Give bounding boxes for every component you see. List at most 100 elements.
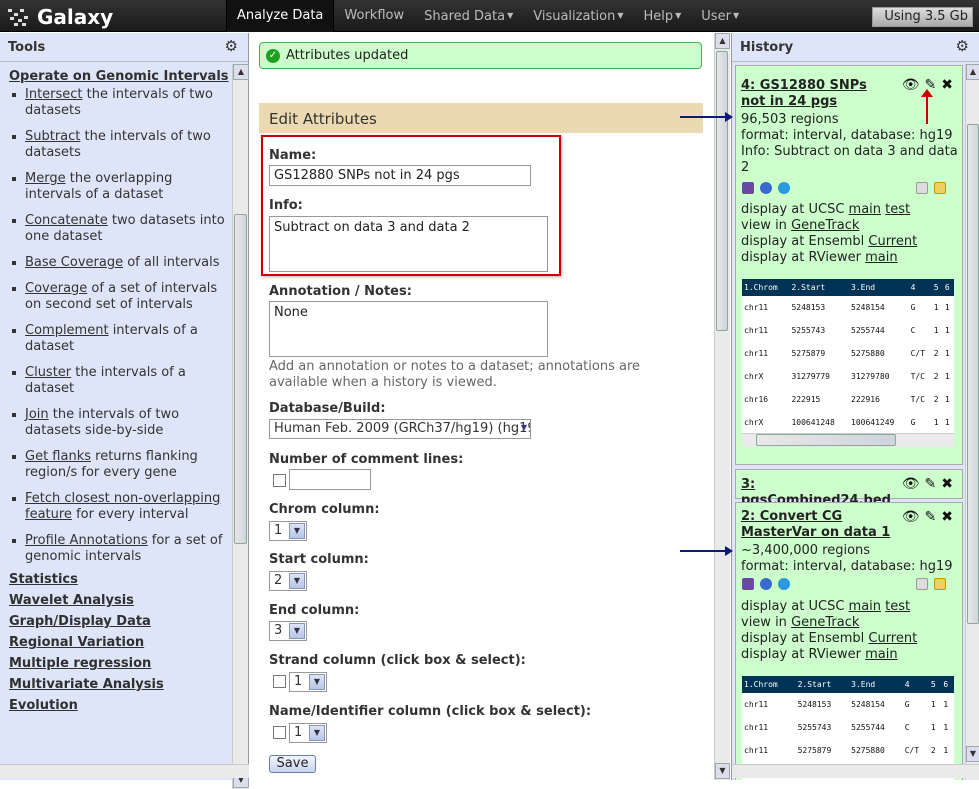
tab-workflow[interactable]: Workflow xyxy=(334,0,414,32)
peek-cell: 5248153 xyxy=(797,700,832,709)
strand-column-select[interactable]: 1 ▼ xyxy=(289,672,327,692)
history-hscroll[interactable] xyxy=(732,764,979,778)
annotate-icon[interactable] xyxy=(934,182,946,194)
chrom-column-select[interactable]: 1 ▼ xyxy=(269,521,307,541)
peek-cell: 2 xyxy=(933,349,939,358)
display-ucsc: display at UCSC main test xyxy=(741,202,910,218)
name-input[interactable]: GS12880 SNPs not in 24 pgs xyxy=(269,165,531,186)
info-textarea[interactable]: Subtract on data 3 and data 2 xyxy=(269,216,548,272)
rerun-icon[interactable] xyxy=(778,182,790,194)
name-column-select[interactable]: 1 ▼ xyxy=(289,723,327,743)
tool-link[interactable]: Join xyxy=(25,407,49,422)
tool-link[interactable]: Subtract xyxy=(25,129,80,144)
tag-icon[interactable] xyxy=(916,182,928,194)
delete-icon[interactable]: ✖ xyxy=(941,509,958,525)
section-graph-display[interactable]: Graph/Display Data xyxy=(9,611,231,632)
peek-cell: 100641249 xyxy=(851,418,895,427)
section-operate-intervals[interactable]: Operate on Genomic Intervals xyxy=(9,66,231,87)
red-arrow-pointer xyxy=(921,89,933,124)
tab-analyze-data[interactable]: Analyze Data xyxy=(226,0,335,32)
scroll-down-icon[interactable]: ▼ xyxy=(715,763,730,779)
section-multivariate[interactable]: Multivariate Analysis xyxy=(9,674,231,695)
comment-lines-checkbox[interactable] xyxy=(273,474,286,487)
brand[interactable]: Galaxy xyxy=(8,5,113,29)
tab-help[interactable]: Help ▼ xyxy=(634,0,692,32)
tab-user[interactable]: User ▼ xyxy=(691,0,749,32)
tag-icon[interactable] xyxy=(916,578,928,590)
tool-link[interactable]: Cluster xyxy=(25,365,71,380)
save-disk-icon[interactable] xyxy=(742,182,754,194)
tool-link[interactable]: Profile Annotations xyxy=(25,533,148,548)
genetrack-link[interactable]: GeneTrack xyxy=(791,218,859,233)
eye-icon[interactable]: 👁 xyxy=(902,476,925,492)
end-column-select[interactable]: 3 ▼ xyxy=(269,621,307,641)
tool-link[interactable]: Concatenate xyxy=(25,213,108,228)
save-button[interactable]: Save xyxy=(269,755,316,773)
peek-cell: 1 xyxy=(944,395,950,404)
annotation-label: Annotation / Notes: xyxy=(269,284,412,299)
genetrack-link[interactable]: GeneTrack xyxy=(791,615,859,630)
info-icon[interactable] xyxy=(760,182,772,194)
info-icon[interactable] xyxy=(760,578,772,590)
name-column-checkbox[interactable] xyxy=(273,726,286,739)
peek-hscroll[interactable] xyxy=(742,433,954,447)
delete-icon[interactable]: ✖ xyxy=(941,77,958,93)
pencil-icon[interactable]: ✎ xyxy=(925,476,942,492)
tool-link[interactable]: Intersect xyxy=(25,87,83,102)
dataset-title[interactable]: 4: GS12880 SNPs not in 24 pgs xyxy=(741,78,891,110)
peek-cell: 100641248 xyxy=(791,418,835,427)
save-disk-icon[interactable] xyxy=(742,578,754,590)
peek-cell: C xyxy=(904,723,910,732)
section-wavelet[interactable]: Wavelet Analysis xyxy=(9,590,231,611)
center-scrollbar[interactable]: ▲ ▼ xyxy=(714,33,730,780)
annotation-textarea[interactable]: None xyxy=(269,301,548,357)
database-select[interactable]: Human Feb. 2009 (GRCh37/hg19) (hg19) ▼ xyxy=(269,419,531,439)
annotate-icon[interactable] xyxy=(934,578,946,590)
section-multiple-regression[interactable]: Multiple regression xyxy=(9,653,231,674)
tool-link[interactable]: Coverage xyxy=(25,281,87,296)
ensembl-current-link[interactable]: Current xyxy=(868,234,917,249)
ucsc-test-link[interactable]: test xyxy=(885,599,910,614)
scroll-thumb[interactable] xyxy=(234,214,247,544)
scroll-down-icon[interactable]: ▼ xyxy=(966,746,979,762)
scroll-thumb[interactable] xyxy=(967,124,979,624)
rerun-icon[interactable] xyxy=(778,578,790,590)
tab-shared-data[interactable]: Shared Data ▼ xyxy=(414,0,523,32)
section-regional-variation[interactable]: Regional Variation xyxy=(9,632,231,653)
comment-lines-input[interactable] xyxy=(289,469,371,490)
quota-meter: Using 3.5 Gb xyxy=(872,7,973,27)
rviewer-main-link[interactable]: main xyxy=(865,647,897,662)
tool-link[interactable]: Base Coverage xyxy=(25,255,123,270)
tool-link[interactable]: Complement xyxy=(25,323,109,338)
peek-cell: 1 xyxy=(933,326,939,335)
peek-cell: 1 xyxy=(943,700,949,709)
delete-icon[interactable]: ✖ xyxy=(941,476,958,492)
strand-column-checkbox[interactable] xyxy=(273,675,286,688)
ucsc-main-link[interactable]: main xyxy=(849,202,881,217)
scroll-up-icon[interactable]: ▲ xyxy=(233,64,249,80)
tool-link[interactable]: Merge xyxy=(25,171,66,186)
rviewer-main-link[interactable]: main xyxy=(865,250,897,265)
ucsc-test-link[interactable]: test xyxy=(885,202,910,217)
scroll-up-icon[interactable]: ▲ xyxy=(715,33,730,49)
scroll-up-icon[interactable]: ▲ xyxy=(966,64,979,80)
pencil-icon[interactable]: ✎ xyxy=(925,509,942,525)
history-scrollbar[interactable]: ▲ ▼ xyxy=(965,64,979,780)
section-evolution[interactable]: Evolution xyxy=(9,695,231,716)
scroll-thumb[interactable] xyxy=(756,434,896,446)
section-statistics[interactable]: Statistics xyxy=(9,569,231,590)
view-genetrack: view in GeneTrack xyxy=(741,615,859,631)
gear-icon[interactable]: ⚙ xyxy=(956,37,969,55)
dataset-title[interactable]: 2: Convert CG MasterVar on data 1 xyxy=(741,509,891,541)
display-ensembl: display at Ensembl Current xyxy=(741,631,917,647)
ucsc-main-link[interactable]: main xyxy=(849,599,881,614)
eye-icon[interactable]: 👁 xyxy=(902,509,925,525)
tab-visualization[interactable]: Visualization ▼ xyxy=(523,0,633,32)
gear-icon[interactable]: ⚙ xyxy=(225,37,238,55)
scroll-thumb[interactable] xyxy=(716,51,728,331)
tool-panel-scrollbar[interactable]: ▲ ▼ xyxy=(232,64,249,789)
start-column-select[interactable]: 2 ▼ xyxy=(269,571,307,591)
ensembl-current-link[interactable]: Current xyxy=(868,631,917,646)
tool-panel-hscroll[interactable] xyxy=(0,764,249,778)
tool-link[interactable]: Get flanks xyxy=(25,449,91,464)
